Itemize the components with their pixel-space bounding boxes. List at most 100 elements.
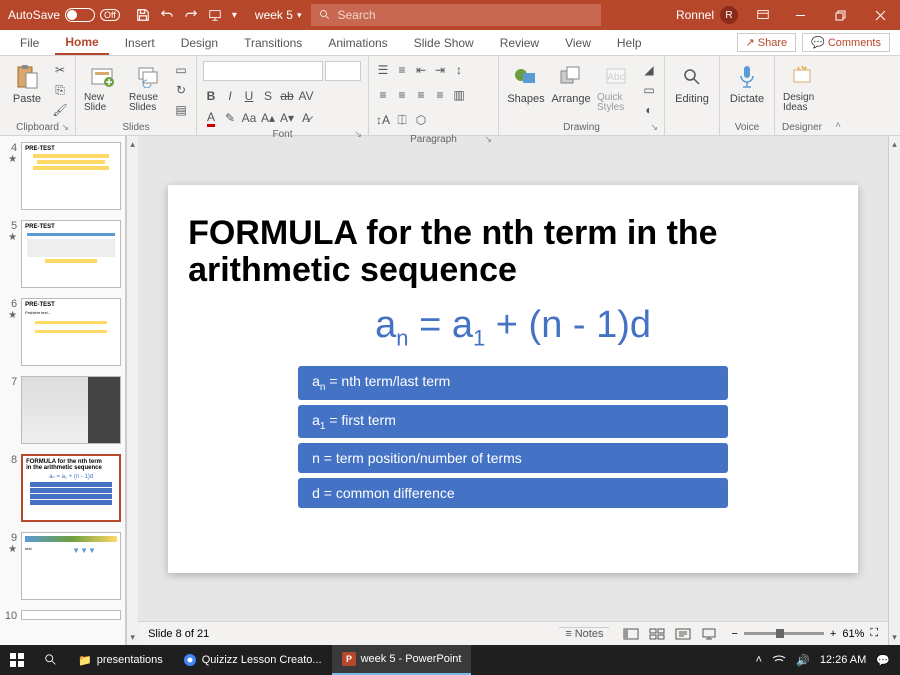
align-left-button[interactable]: ≡ [375,86,391,104]
tab-review[interactable]: Review [490,32,549,54]
italic-button[interactable]: I [222,87,238,105]
decrease-font-button[interactable]: A▾ [279,109,295,127]
present-icon[interactable] [208,8,222,22]
qat-more-icon[interactable]: ▾ [232,10,237,21]
clock[interactable]: 12:26 AM [820,654,866,666]
bullets-button[interactable]: ☰ [375,61,391,79]
tab-design[interactable]: Design [171,32,228,54]
document-title[interactable]: week 5 ▾ [245,8,312,22]
tab-transitions[interactable]: Transitions [234,32,312,54]
tab-home[interactable]: Home [55,31,108,55]
tab-file[interactable]: File [10,32,49,54]
thumbnail-panel[interactable]: 4★ PRE-TEST 5★ PRE-TEST 6★ PRE-TESTProbl… [0,136,126,645]
reuse-slides-button[interactable]: Reuse Slides [127,61,169,115]
slide-canvas[interactable]: FORMULA for the nth term in the arithmet… [138,136,888,621]
section-button[interactable]: ▤ [172,101,190,119]
shadow-button[interactable]: S [260,87,276,105]
arrange-button[interactable]: Arrange [550,61,592,107]
tab-view[interactable]: View [555,32,601,54]
cut-button[interactable]: ✂ [51,61,69,79]
thumbnail-10[interactable]: 10 [4,610,121,622]
search-task-button[interactable] [34,645,68,675]
comments-button[interactable]: 💬Comments [802,33,890,52]
scroll-down-icon[interactable]: ▾ [127,629,138,645]
thumbnail-4[interactable]: 4★ PRE-TEST [4,142,121,210]
highlight-button[interactable]: ✎ [222,109,238,127]
line-spacing-button[interactable]: ↕ [451,61,467,79]
tab-slideshow[interactable]: Slide Show [404,32,484,54]
editing-button[interactable]: Editing [671,61,713,107]
dialog-launcher-icon[interactable]: ↘ [61,122,69,133]
thumbnail-scrollbar[interactable]: ▴ ▾ [126,136,138,645]
design-ideas-button[interactable]: Design Ideas [781,61,823,115]
align-text-button[interactable]: ⎅ [394,111,410,129]
scroll-down-icon[interactable]: ▾ [889,629,900,645]
share-button[interactable]: ↗Share [737,33,797,52]
shapes-button[interactable]: Shapes [505,61,547,107]
thumbnail-9[interactable]: 9★ text▼▼▼ [4,532,121,600]
underline-button[interactable]: U [241,87,257,105]
new-slide-button[interactable]: New Slide [82,61,124,115]
justify-button[interactable]: ≡ [432,86,448,104]
smartart-button[interactable]: ⬡ [413,111,429,129]
increase-font-button[interactable]: A▴ [260,109,276,127]
tab-insert[interactable]: Insert [115,32,165,54]
explorer-task[interactable]: 📁presentations [68,645,173,675]
zoom-out-button[interactable]: − [731,628,737,640]
tab-animations[interactable]: Animations [318,32,397,54]
thumbnail-6[interactable]: 6★ PRE-TESTProblem text... [4,298,121,366]
save-icon[interactable] [136,8,150,22]
slide-scrollbar[interactable]: ▴ ▾ [888,136,900,645]
powerpoint-task[interactable]: Pweek 5 - PowerPoint [332,645,472,675]
quick-styles-button[interactable]: Abc Quick Styles [595,61,637,115]
sorter-view-button[interactable] [645,625,669,643]
numbering-button[interactable]: ≡ [394,61,410,79]
current-slide[interactable]: FORMULA for the nth term in the arithmet… [168,185,858,573]
strike-button[interactable]: ab [279,87,295,105]
start-button[interactable] [0,645,34,675]
thumbnail-8[interactable]: 8 FORMULA for the nth termin the arithme… [4,454,121,522]
columns-button[interactable]: ▥ [451,86,467,104]
tab-help[interactable]: Help [607,32,652,54]
zoom-slider[interactable] [744,632,824,635]
shape-outline-button[interactable]: ▭ [640,81,658,99]
thumbnail-5[interactable]: 5★ PRE-TEST [4,220,121,288]
change-case-button[interactable]: Aa [241,109,257,127]
font-size-input[interactable] [325,61,361,81]
shape-effects-button[interactable]: ◐ [640,101,658,119]
collapse-ribbon-button[interactable]: ˄ [829,56,847,135]
reset-button[interactable]: ↻ [172,81,190,99]
paste-button[interactable]: Paste [6,61,48,107]
undo-icon[interactable] [160,8,174,22]
redo-icon[interactable] [184,8,198,22]
scroll-up-icon[interactable]: ▴ [127,136,138,152]
wifi-icon[interactable] [772,654,786,666]
user-account[interactable]: Ronnel R [668,6,746,24]
scroll-up-icon[interactable]: ▴ [889,136,900,152]
dialog-launcher-icon[interactable]: ↘ [650,122,658,133]
dictate-button[interactable]: Dictate [726,61,768,107]
close-button[interactable] [860,0,900,30]
notes-button[interactable]: ≡Notes [559,627,609,640]
reading-view-button[interactable] [671,625,695,643]
font-color-button[interactable]: A [203,109,219,127]
volume-icon[interactable]: 🔊 [796,654,810,667]
chrome-task[interactable]: Quizizz Lesson Creato... [173,645,332,675]
tray-up-icon[interactable]: ˄ [756,654,762,666]
clear-format-button[interactable]: A̷ [298,109,314,127]
notifications-icon[interactable]: 💬 [876,654,890,667]
align-center-button[interactable]: ≡ [394,86,410,104]
thumbnail-7[interactable]: 7 [4,376,121,444]
ribbon-display-icon[interactable] [746,8,780,22]
bold-button[interactable]: B [203,87,219,105]
shape-fill-button[interactable]: ◢ [640,61,658,79]
minimize-button[interactable] [780,0,820,30]
maximize-button[interactable] [820,0,860,30]
fit-button[interactable]: ⛶ [870,627,878,640]
search-box[interactable]: Search [311,4,601,26]
zoom-in-button[interactable]: + [830,628,836,640]
copy-button[interactable]: ⎘ [51,81,69,99]
toggle-switch[interactable] [65,8,95,22]
indent-right-button[interactable]: ⇥ [432,61,448,79]
format-painter-button[interactable]: 🖌 [51,101,69,119]
